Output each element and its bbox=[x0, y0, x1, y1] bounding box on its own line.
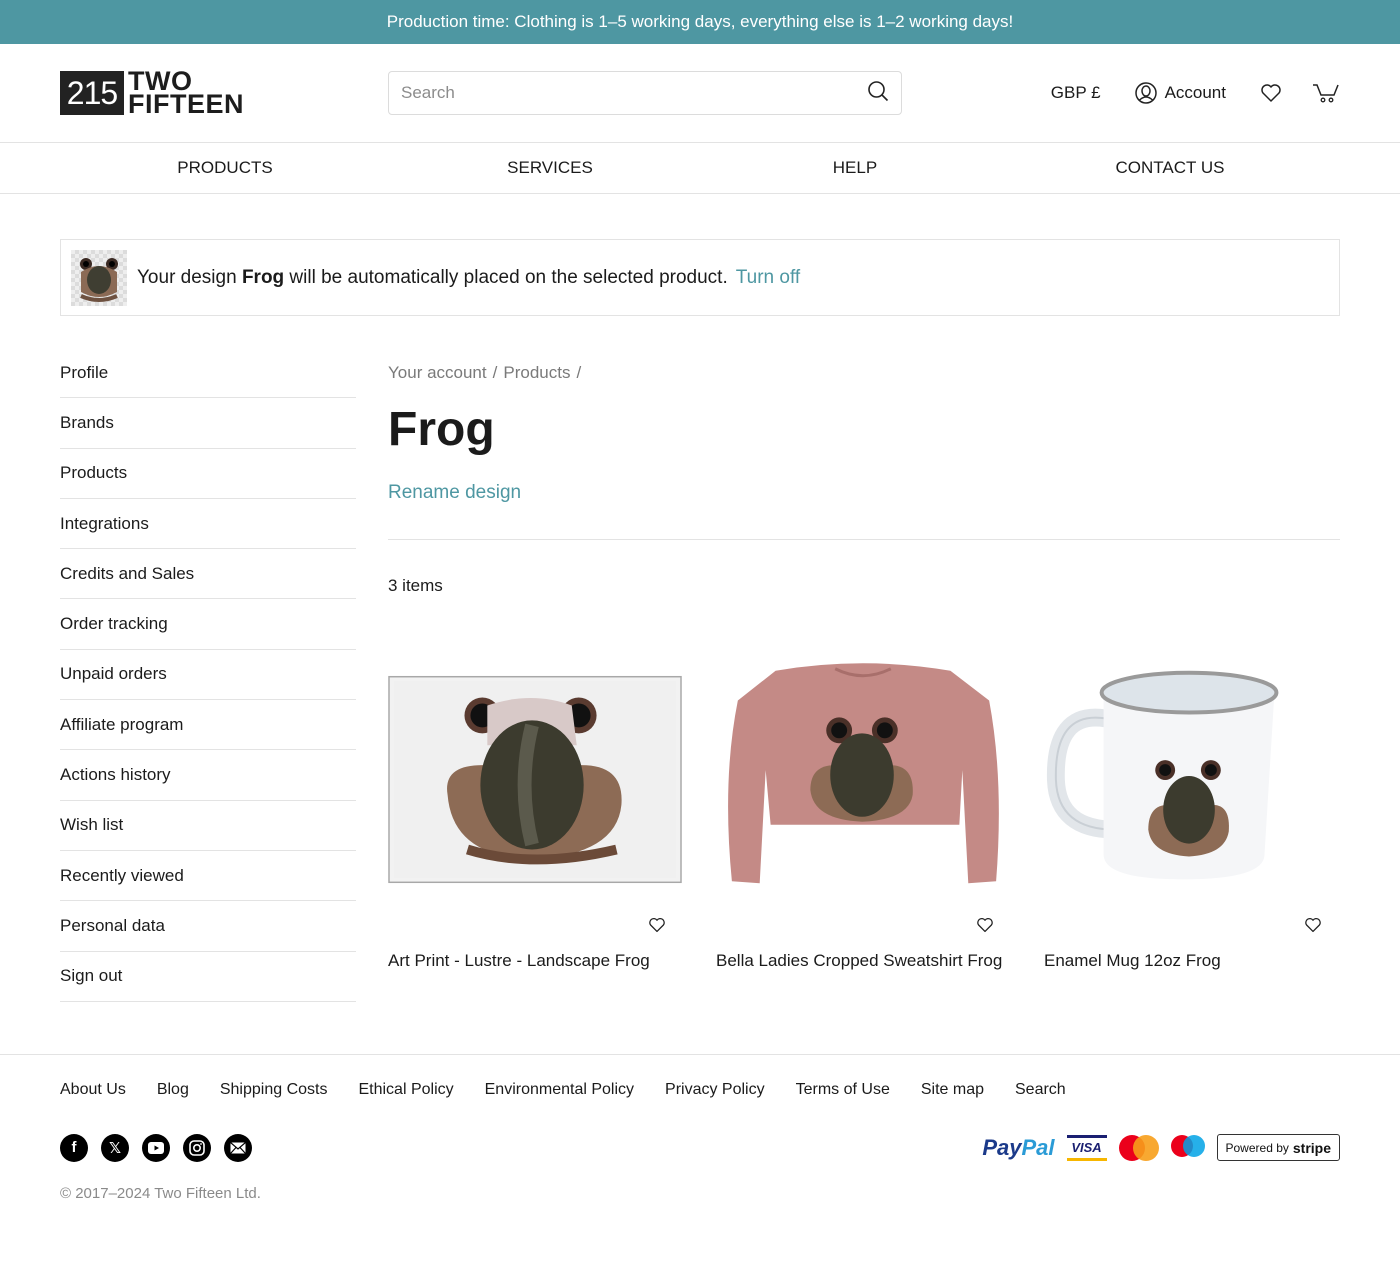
sidebar-item-profile[interactable]: Profile bbox=[60, 348, 356, 399]
cart-button[interactable] bbox=[1312, 82, 1340, 104]
main-content: Your account / Products / Frog Rename de… bbox=[388, 348, 1340, 1002]
footer-link-environmental-policy[interactable]: Environmental Policy bbox=[485, 1081, 634, 1099]
logo-wordmark: TWO FIFTEEN bbox=[128, 66, 244, 119]
footer-link-about-us[interactable]: About Us bbox=[60, 1081, 126, 1099]
email-icon[interactable] bbox=[224, 1133, 252, 1162]
breadcrumb-products[interactable]: Products bbox=[503, 363, 570, 383]
account-label: Account bbox=[1164, 83, 1226, 102]
sidebar-item-credits-and-sales[interactable]: Credits and Sales bbox=[60, 549, 356, 600]
favorite-button[interactable] bbox=[388, 900, 682, 950]
favorite-button[interactable] bbox=[716, 900, 1010, 950]
main-nav: PRODUCTS SERVICES HELP CONTACT US bbox=[0, 143, 1400, 194]
payment-methods: PayPal VISA Powered by stripe bbox=[982, 1134, 1340, 1162]
youtube-icon[interactable] bbox=[142, 1133, 170, 1162]
breadcrumb: Your account / Products / bbox=[388, 348, 1340, 398]
sidebar-item-products[interactable]: Products bbox=[60, 449, 356, 499]
favorite-button[interactable] bbox=[1044, 900, 1338, 950]
heart-icon bbox=[1261, 84, 1281, 102]
breadcrumb-your-account[interactable]: Your account bbox=[388, 363, 487, 383]
instagram-icon[interactable] bbox=[183, 1133, 211, 1162]
notice-design-name: Frog bbox=[241, 266, 285, 288]
nav-contact-us[interactable]: CONTACT US bbox=[1060, 143, 1280, 193]
site-header: 215 TWO FIFTEEN GBP £ Account bbox=[0, 44, 1400, 143]
footer-link-privacy-policy[interactable]: Privacy Policy bbox=[665, 1081, 765, 1099]
footer-link-shipping-costs[interactable]: Shipping Costs bbox=[220, 1081, 328, 1099]
footer-link-terms-of-use[interactable]: Terms of Use bbox=[796, 1081, 890, 1099]
breadcrumb-separator: / bbox=[492, 363, 498, 382]
nav-services[interactable]: SERVICES bbox=[450, 143, 650, 193]
footer-link-site-map[interactable]: Site map bbox=[921, 1081, 984, 1099]
heart-icon bbox=[977, 918, 993, 933]
mastercard-logo bbox=[1118, 1134, 1159, 1161]
heart-icon bbox=[649, 918, 665, 933]
footer-row: f 𝕏 PayPal VISA Powered by stripe bbox=[60, 1133, 1340, 1163]
sidebar-item-recently-viewed[interactable]: Recently viewed bbox=[60, 851, 356, 902]
product-name[interactable]: Enamel Mug 12oz Frog bbox=[1044, 951, 1221, 970]
product-card[interactable]: Art Print - Lustre - Landscape Frog bbox=[388, 660, 682, 971]
sidebar-item-personal-data[interactable]: Personal data bbox=[60, 901, 356, 952]
item-count: 3 items bbox=[388, 576, 443, 595]
search-icon[interactable] bbox=[867, 80, 889, 107]
header-actions: GBP £ Account bbox=[1051, 82, 1340, 104]
footer-link-search[interactable]: Search bbox=[1015, 1081, 1066, 1099]
search-box bbox=[388, 71, 902, 115]
search-input[interactable] bbox=[401, 83, 867, 103]
site-footer: About Us Blog Shipping Costs Ethical Pol… bbox=[0, 1053, 1400, 1232]
account-link[interactable]: Account bbox=[1134, 82, 1226, 104]
product-name[interactable]: Art Print - Lustre - Landscape Frog bbox=[388, 951, 650, 970]
product-image-mug[interactable] bbox=[1044, 660, 1338, 900]
product-card[interactable]: Enamel Mug 12oz Frog bbox=[1044, 660, 1338, 971]
sidebar-item-affiliate-program[interactable]: Affiliate program bbox=[60, 700, 356, 751]
product-name[interactable]: Bella Ladies Cropped Sweatshirt Frog bbox=[716, 951, 1002, 970]
footer-link-blog[interactable]: Blog bbox=[157, 1081, 189, 1099]
sidebar-item-order-tracking[interactable]: Order tracking bbox=[60, 599, 356, 650]
sidebar-item-actions-history[interactable]: Actions history bbox=[60, 750, 356, 801]
product-grid: Art Print - Lustre - Landscape Frog Bell… bbox=[388, 660, 1340, 971]
facebook-icon[interactable]: f bbox=[60, 1133, 88, 1162]
turn-off-link[interactable]: Turn off bbox=[736, 267, 800, 289]
cart-icon bbox=[1313, 84, 1339, 103]
x-icon[interactable]: 𝕏 bbox=[101, 1133, 129, 1162]
product-image-art-print[interactable] bbox=[388, 660, 682, 900]
sidebar-item-unpaid-orders[interactable]: Unpaid orders bbox=[60, 650, 356, 701]
visa-logo: VISA bbox=[1066, 1134, 1107, 1161]
paypal-logo: PayPal bbox=[982, 1134, 1055, 1160]
sidebar-item-integrations[interactable]: Integrations bbox=[60, 499, 356, 550]
footer-links: About Us Blog Shipping Costs Ethical Pol… bbox=[60, 1081, 1340, 1099]
user-circle-icon bbox=[1134, 82, 1157, 104]
promo-text: Production time: Clothing is 1–5 working… bbox=[386, 12, 1014, 31]
sidebar-item-wish-list[interactable]: Wish list bbox=[60, 801, 356, 851]
nav-products[interactable]: PRODUCTS bbox=[0, 143, 450, 193]
divider bbox=[388, 539, 1340, 540]
wishlist-button[interactable] bbox=[1260, 83, 1282, 103]
footer-link-ethical-policy[interactable]: Ethical Policy bbox=[358, 1081, 453, 1099]
currency-selector[interactable]: GBP £ bbox=[1051, 83, 1101, 103]
breadcrumb-separator: / bbox=[576, 363, 582, 382]
product-card[interactable]: Bella Ladies Cropped Sweatshirt Frog bbox=[716, 660, 1010, 971]
sidebar-item-brands[interactable]: Brands bbox=[60, 398, 356, 449]
social-links: f 𝕏 bbox=[60, 1133, 252, 1162]
stripe-badge: Powered by stripe bbox=[1216, 1134, 1340, 1162]
product-image-sweatshirt[interactable] bbox=[716, 660, 1010, 900]
rename-design-link[interactable]: Rename design bbox=[388, 482, 521, 504]
notice-prefix: Your design bbox=[137, 266, 242, 288]
heart-icon bbox=[1305, 918, 1321, 933]
maestro-logo bbox=[1170, 1134, 1205, 1161]
account-sidebar: Profile Brands Products Integrations Cre… bbox=[60, 348, 356, 1002]
notice-suffix: will be automatically placed on the sele… bbox=[284, 266, 728, 288]
nav-help[interactable]: HELP bbox=[650, 143, 1060, 193]
promo-banner: Production time: Clothing is 1–5 working… bbox=[0, 0, 1400, 44]
design-placement-notice: Your design Frog will be automatically p… bbox=[60, 239, 1340, 316]
copyright: © 2017–2024 Two Fifteen Ltd. bbox=[60, 1184, 261, 1202]
page-title: Frog bbox=[388, 403, 495, 456]
page-content: Profile Brands Products Integrations Cre… bbox=[0, 348, 1400, 1002]
design-thumbnail bbox=[71, 249, 127, 306]
logo[interactable]: 215 TWO FIFTEEN bbox=[60, 66, 388, 119]
logo-mark: 215 bbox=[60, 71, 124, 115]
sidebar-item-sign-out[interactable]: Sign out bbox=[60, 952, 356, 1002]
